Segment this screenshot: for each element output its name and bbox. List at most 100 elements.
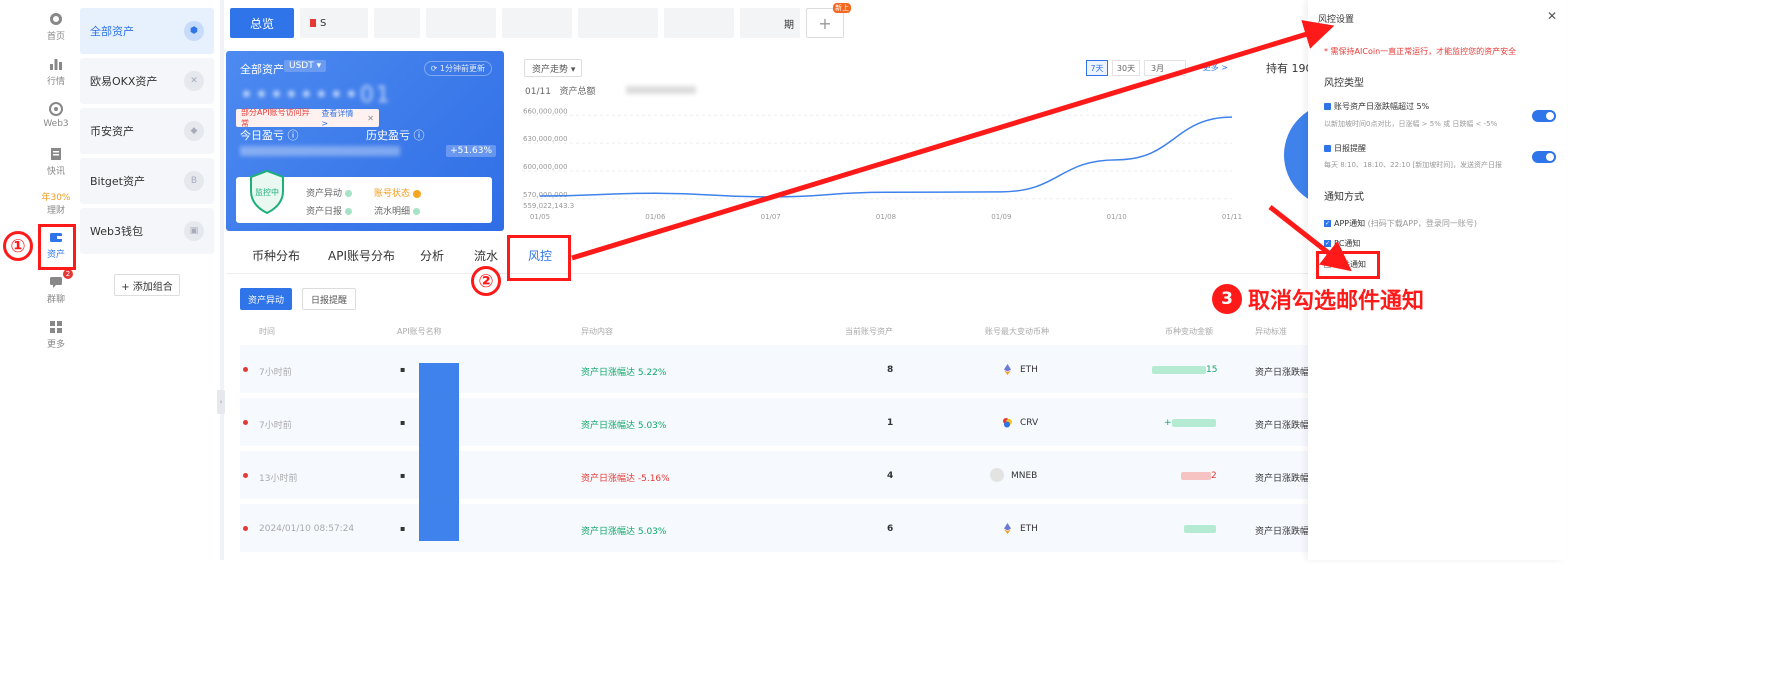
nav-chat[interactable]: 群聊 2 [36, 269, 76, 305]
header-amount: 币种变动金额 [1165, 327, 1213, 336]
account-all[interactable]: 全部资产 ⬢ [80, 8, 214, 54]
row-content: 资产日涨幅达 5.03% [581, 527, 667, 537]
tab-coin-distribution[interactable]: 币种分布 [252, 247, 300, 264]
hidden-amount [1152, 366, 1206, 374]
asset-daily-item[interactable]: 资产日报 [306, 204, 353, 217]
tab-api-distribution[interactable]: API账号分布 [328, 247, 395, 264]
tab-analysis[interactable]: 分析 [420, 247, 444, 264]
notify-label: PC通知 [1334, 239, 1361, 248]
account-web3[interactable]: Web3钱包 ▣ [80, 208, 214, 254]
nav-home[interactable]: 首页 [36, 12, 76, 42]
left-nav: 首页 行情 Web3 快讯 年30% 理财 资产 群聊 2 更多 [36, 0, 76, 632]
asset-change-item[interactable]: 资产异动 [306, 186, 353, 199]
step-3-text: 取消勾选邮件通知 [1248, 289, 1425, 314]
alert-detail-link[interactable]: 查看详情 > [321, 108, 359, 128]
today-pnl-label: 今日盈亏 ⓘ [240, 129, 299, 142]
header-rule: 异动标准 [1255, 327, 1287, 336]
collapse-handle[interactable]: ‹ [217, 390, 225, 414]
add-group-button[interactable]: + 添加组合 [114, 274, 180, 296]
account-list: 全部资产 ⬢ 欧易OKX资产 ✕ 币安资产 ◆ Bitget资产 B Web3钱包 ▣ +… [80, 8, 214, 296]
account-all-icon: ⬢ [184, 21, 204, 41]
table-row[interactable]: 2024/01/10 08:57:24 ▪ 资产日涨幅达 5.03% 6 ETH… [240, 504, 1309, 552]
toggle-daily[interactable] [1532, 151, 1556, 163]
table-row[interactable]: 7小时前 ▪ 资产日涨幅达 5.22% 8 ETH 15 资产日涨跌幅 [240, 345, 1310, 393]
flow-detail-item[interactable]: 流水明细 [374, 204, 421, 217]
tab-overview[interactable]: 总览 [230, 8, 294, 38]
account-binance[interactable]: 币安资产 ◆ [80, 108, 214, 154]
wallet-icon: ▪ [400, 524, 406, 533]
account-bitget[interactable]: Bitget资产 B [80, 158, 214, 204]
wallet-icon: ▪ [400, 418, 406, 427]
pill-asset-change[interactable]: 资产异动 [240, 288, 292, 310]
amount-visible: 01 [359, 83, 392, 108]
checkbox-app[interactable]: ✓ [1324, 220, 1331, 227]
nav-finance[interactable]: 年30% 理财 [36, 190, 76, 216]
toggle-change[interactable] [1532, 110, 1556, 122]
tab-account-6[interactable] [664, 8, 734, 38]
y-tick-label: 600,000,000 [523, 163, 568, 171]
status-ok-icon [345, 190, 353, 197]
close-icon[interactable]: ✕ [1547, 9, 1557, 23]
new-tag: 新上 [833, 3, 851, 13]
tab-account-1[interactable]: S [300, 8, 368, 38]
account-status-item[interactable]: 账号状态 [374, 186, 422, 199]
header-max-coin: 账号最大变动币种 [985, 327, 1049, 336]
row-rule: 资产日涨跌幅 [1255, 474, 1310, 484]
notify-app[interactable]: ✓ APP通知 (扫码下载APP，登录同一账号) [1324, 218, 1477, 229]
tab-account-3[interactable] [426, 8, 496, 38]
api-alert-banner: 部分API账号访问异常 查看详情 > ✕ [236, 108, 379, 128]
holdings-pie [1284, 103, 1308, 207]
hidden-pnl-values [240, 146, 400, 156]
holdings-title: 持有 190 [1266, 62, 1308, 75]
header-time: 时间 [259, 327, 275, 336]
close-icon[interactable]: ✕ [367, 114, 374, 123]
tab-flow[interactable]: 流水 [474, 247, 498, 264]
nav-more[interactable]: 更多 [36, 320, 76, 350]
pnl-percent: +51.63% [446, 145, 496, 157]
nav-label: 快讯 [46, 167, 65, 177]
pill-daily-report[interactable]: 日报提醒 [302, 288, 356, 310]
nav-news[interactable]: 快讯 [36, 147, 76, 177]
y-tick-label: 570,000,000 [523, 191, 568, 199]
item-label: 账号状态 [374, 189, 411, 199]
item-label: 日报提醒 [1334, 144, 1366, 153]
monitor-panel: 监控中 资产异动 账号状态 资产日报 流水明细 [236, 169, 492, 223]
detail-section: 币种分布 API账号分布 分析 流水 风控 资产异动 日报提醒 时间 API账号… [226, 236, 1310, 556]
nav-label: 理财 [46, 206, 65, 216]
tab-account-7[interactable]: 期 [740, 8, 800, 38]
unit-select[interactable]: USDT ▾ [284, 60, 327, 72]
tab-account-4[interactable] [502, 8, 572, 38]
summary-title: 全部资产 [240, 63, 284, 76]
tab-account-5[interactable] [578, 8, 658, 38]
unread-dot [243, 526, 248, 531]
checkbox-pc[interactable]: ✓ [1324, 240, 1331, 247]
status-warn-icon [413, 189, 422, 198]
row-rule: 资产日涨跌幅 [1255, 368, 1310, 378]
home-icon [50, 13, 62, 25]
x-tick-label: 01/11 [1222, 213, 1242, 221]
row-coin: ETH [1020, 365, 1038, 375]
row-time: 7小时前 [259, 421, 292, 431]
refresh-text: 1分钟前更新 [439, 64, 485, 73]
holdings-card: 持有 190 [1252, 51, 1308, 231]
table-row[interactable]: 13小时前 ▪ 资产日涨幅达 -5.16% 4 MNEB 2 资产日涨跌幅 [240, 451, 1310, 499]
row-asset: 8 [887, 365, 894, 375]
nav-market[interactable]: 行情 [36, 57, 76, 87]
row-content: 资产日涨幅达 -5.16% [581, 474, 670, 484]
nav-web3[interactable]: Web3 [36, 102, 76, 129]
account-okx[interactable]: 欧易OKX资产 ✕ [80, 58, 214, 104]
asset-summary-card: 全部资产 USDT ▾ ⟳ 1分钟前更新 ••••••••01 部分API账号访… [226, 51, 504, 231]
refresh-button[interactable]: ⟳ 1分钟前更新 [423, 61, 492, 76]
row-coin: MNEB [1011, 471, 1038, 481]
table-row[interactable]: 7小时前 ▪ 资产日涨幅达 5.03% 1 CRV + 资产日涨跌幅 [240, 398, 1309, 446]
notify-pc[interactable]: ✓ PC通知 [1324, 238, 1360, 249]
asset-trend-card: 资产走势 ▾ 01/11 资产总额 7天 30天 3月 更多 > 660,000… [510, 51, 1246, 231]
status-ok-icon [345, 208, 353, 215]
tab-account-2[interactable] [374, 8, 420, 38]
today-pnl-text: 今日盈亏 [240, 129, 284, 142]
y-tick-label: 660,000,000 [523, 107, 568, 115]
header-content: 异动内容 [581, 327, 613, 336]
add-tab-button[interactable]: + 新上 [806, 3, 851, 38]
okx-icon: ✕ [184, 71, 204, 91]
risk-settings-panel: 风控设置 ✕ * 需保持AICoin一直正常运行，才能监控您的资产安全 风控类型… [1308, 0, 1565, 560]
